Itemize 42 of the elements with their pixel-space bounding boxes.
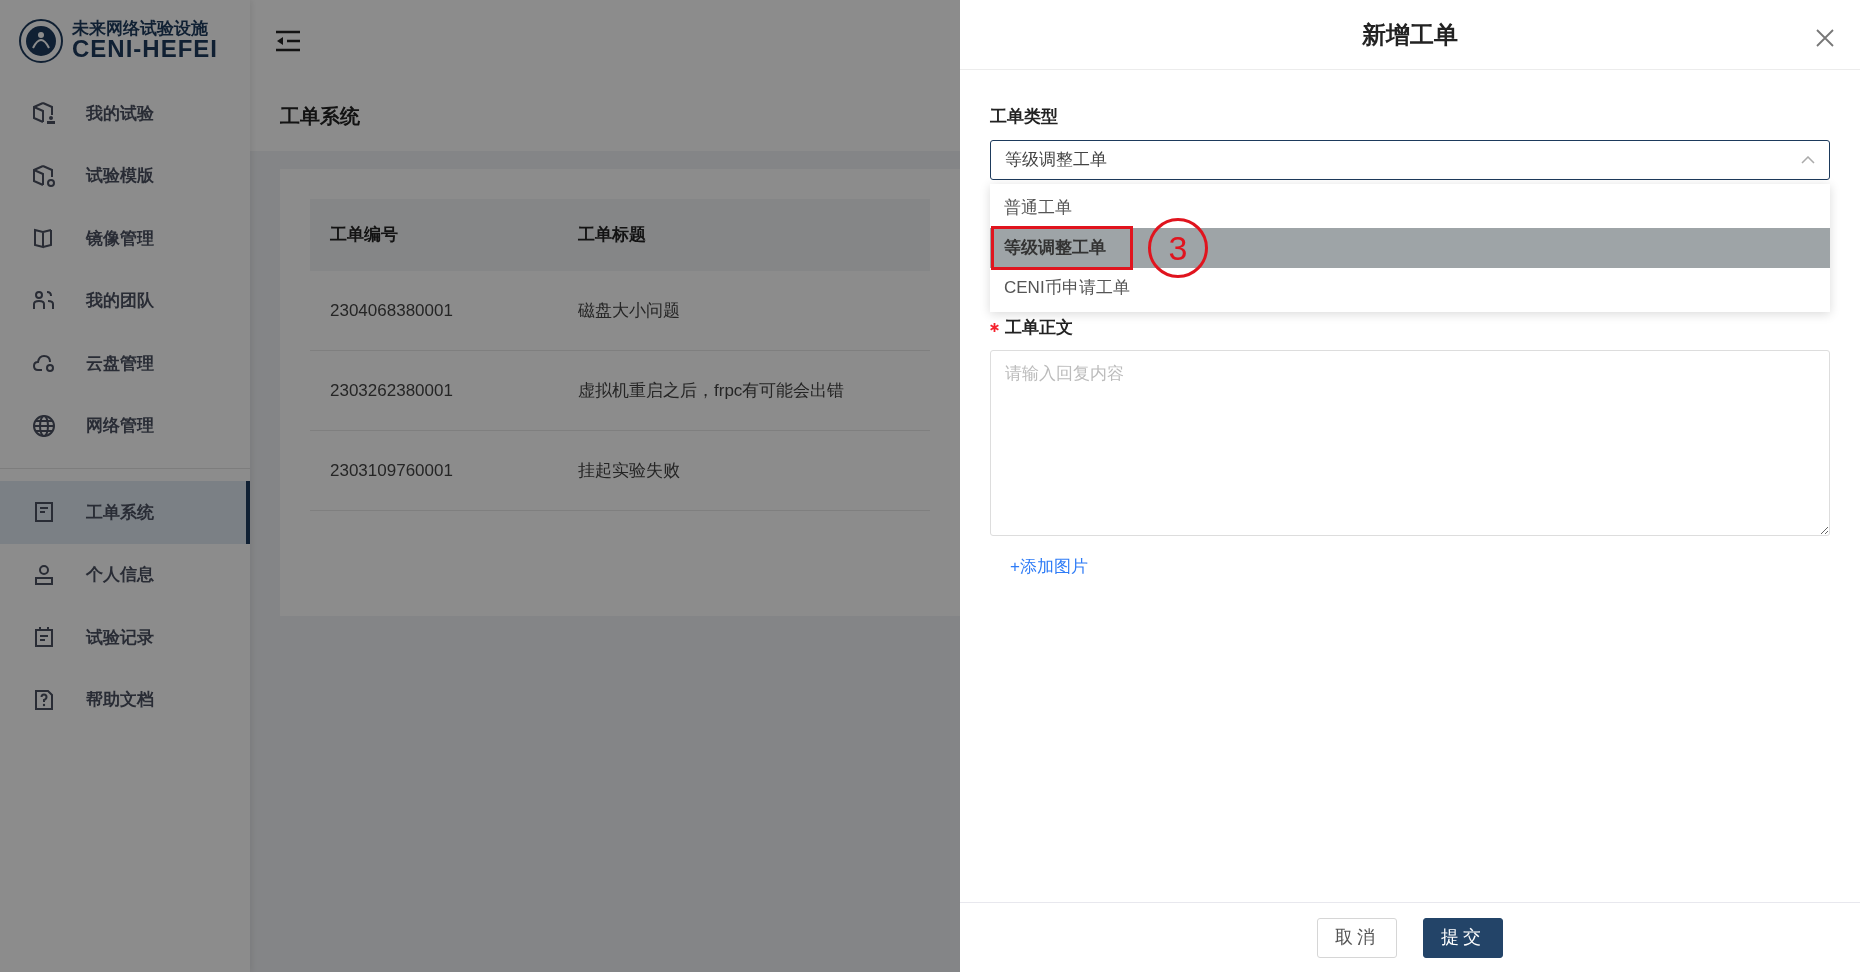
document-icon	[32, 500, 56, 525]
globe-icon	[32, 413, 56, 438]
sidebar-item[interactable]: 试验模版	[0, 144, 250, 207]
text-area[interactable]: 请输入回复内容	[990, 350, 1830, 536]
menu-collapse-button[interactable]	[276, 28, 300, 53]
sidebar-item[interactable]: 我的团队	[0, 269, 250, 332]
column-header: 工单编号	[330, 225, 398, 245]
sidebar-item[interactable]: 云盘管理	[0, 332, 250, 395]
sidebar-item[interactable]: 个人信息	[0, 543, 250, 606]
table-cell: 磁盘大小问题	[578, 300, 680, 320]
submit-button[interactable]: 提交	[1423, 917, 1503, 958]
drawer-title: 新增工单	[1362, 19, 1458, 50]
menu-collapse-icon	[276, 30, 300, 53]
field-label: 工单类型	[990, 106, 1058, 128]
chevron-icon	[1801, 155, 1815, 164]
select-field[interactable]: 等级调整工单	[990, 139, 1830, 180]
column-header: 工单标题	[578, 225, 646, 245]
table-cell: 2304068380001	[330, 300, 453, 320]
sidebar-item[interactable]: 我的试验	[0, 82, 250, 145]
cancel-button[interactable]: 取消	[1317, 917, 1397, 958]
table-cell: 2303262380001	[330, 380, 453, 400]
sidebar-item[interactable]: 帮助文档	[0, 668, 250, 731]
logo-emblem-icon	[18, 17, 64, 64]
help-icon	[32, 687, 56, 712]
sidebar-item[interactable]: 工单系统	[0, 481, 250, 544]
add-image-link[interactable]: +添加图片	[1010, 553, 1088, 579]
logo-title: 未来网络试验设施	[72, 20, 209, 37]
sidebar-item[interactable]: 网络管理	[0, 394, 250, 457]
close-icon	[1816, 28, 1834, 47]
annotation-number: 3	[1148, 217, 1208, 278]
user-icon	[32, 562, 56, 587]
sidebar-item[interactable]: 试验记录	[0, 606, 250, 669]
field-label: 工单正文	[1005, 316, 1073, 339]
cube-gear-icon	[32, 163, 56, 188]
sidebar-item[interactable]: 镜像管理	[0, 207, 250, 270]
cube-user-icon	[32, 101, 56, 126]
page-title: 工单系统	[250, 81, 960, 151]
table-cell: 2303109760001	[330, 460, 453, 480]
calendar-icon	[32, 625, 56, 650]
table-cell: 挂起实验失败	[578, 460, 680, 480]
logo-subtitle: CENI-HEFEI	[72, 37, 218, 61]
table-cell: 虚拟机重启之后，frpc有可能会出错	[578, 380, 845, 400]
